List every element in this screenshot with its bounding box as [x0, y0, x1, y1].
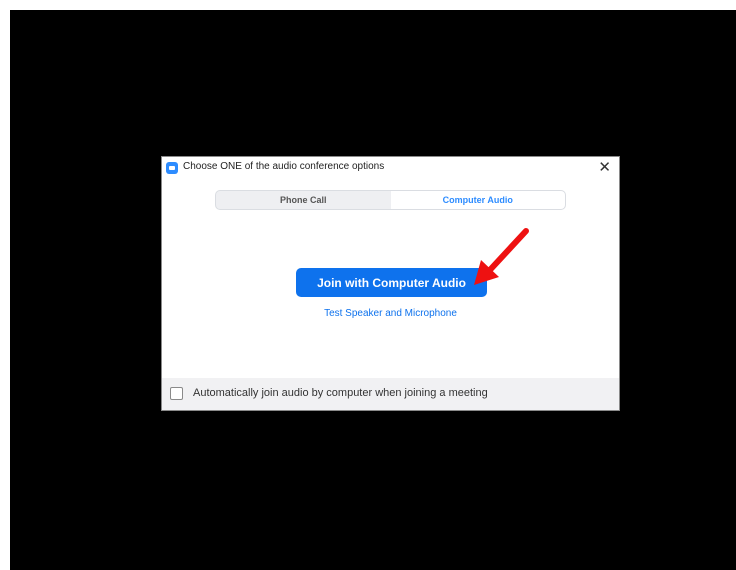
dialog-titlebar: Choose ONE of the audio conference optio… [162, 157, 619, 179]
tab-computer-audio[interactable]: Computer Audio [390, 191, 565, 209]
auto-join-label: Automatically join audio by computer whe… [193, 387, 488, 399]
tab-phone-call[interactable]: Phone Call [216, 191, 391, 209]
test-speaker-microphone-link[interactable]: Test Speaker and Microphone [162, 308, 619, 319]
audio-options-dialog: Choose ONE of the audio conference optio… [161, 156, 620, 411]
close-icon[interactable]: ✕ [598, 158, 611, 178]
zoom-camera-icon [166, 162, 178, 174]
dialog-footer: Automatically join audio by computer whe… [162, 378, 619, 410]
dialog-title: Choose ONE of the audio conference optio… [183, 161, 385, 172]
auto-join-checkbox[interactable] [170, 387, 183, 400]
audio-tabs: Phone Call Computer Audio [215, 190, 566, 210]
join-computer-audio-button[interactable]: Join with Computer Audio [296, 268, 487, 297]
